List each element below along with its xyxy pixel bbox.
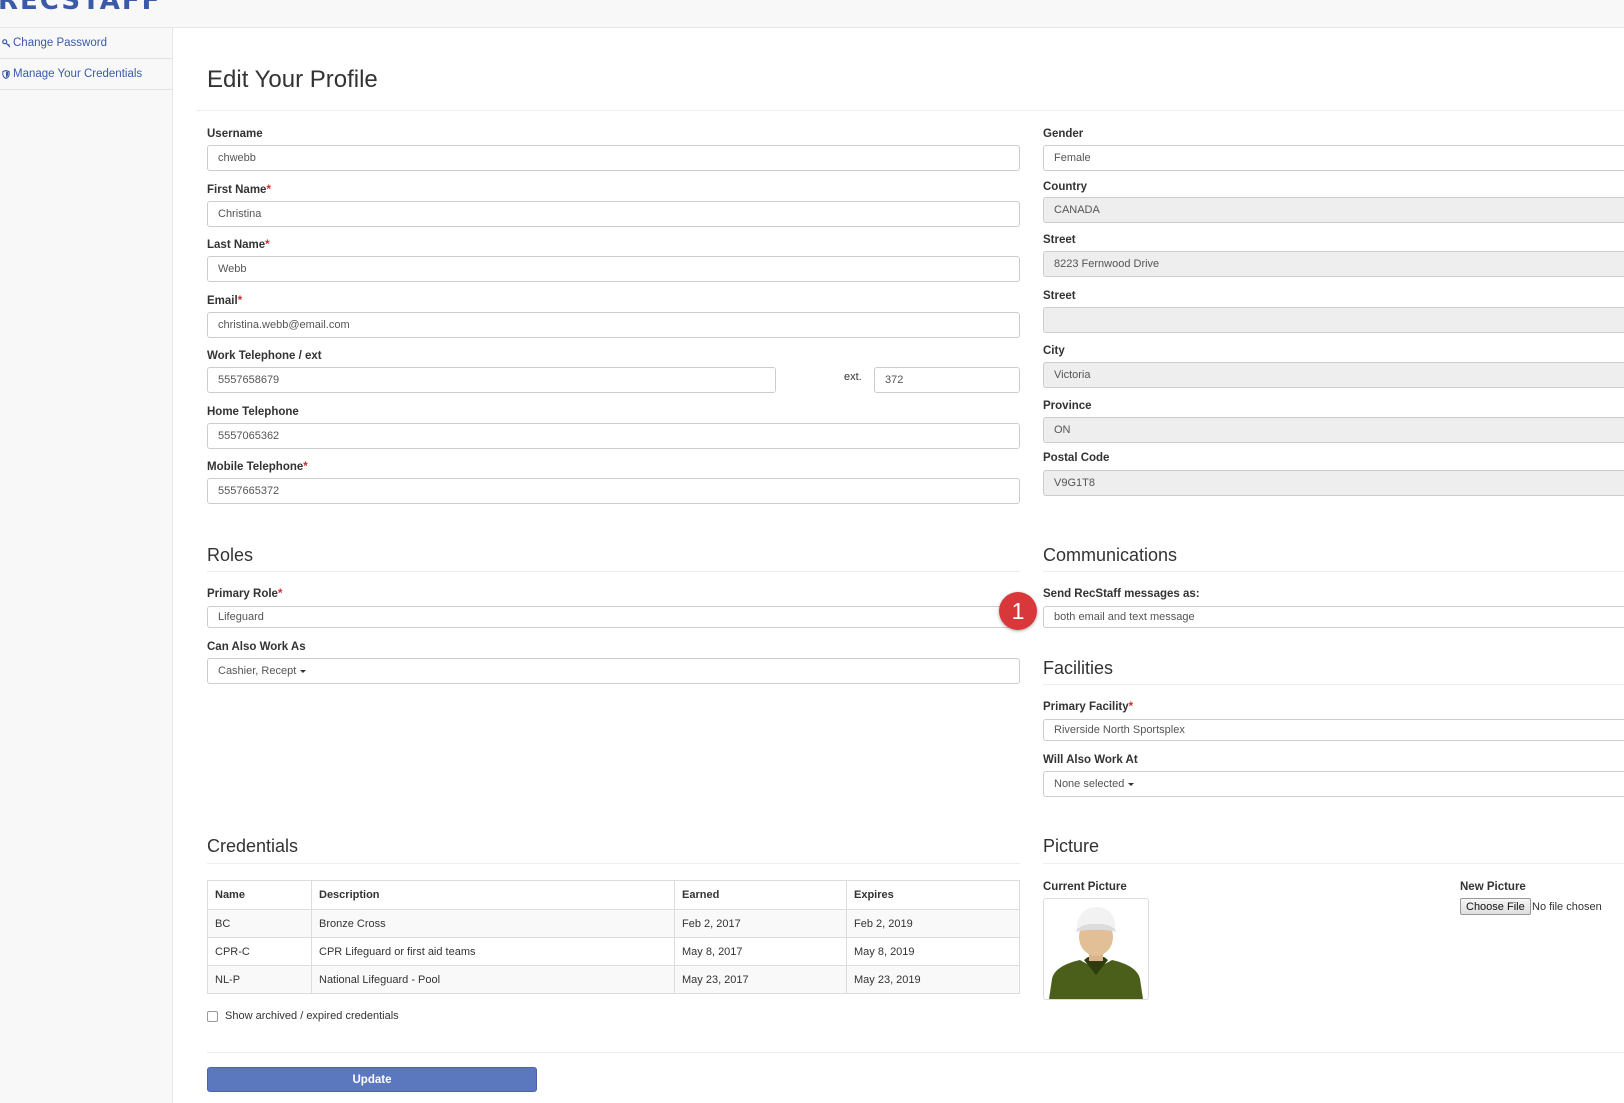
show-archived-label: Show archived / expired credentials bbox=[225, 1010, 399, 1022]
credentials-table: Name Description Earned Expires BC Bronz… bbox=[207, 880, 1020, 994]
last-name-field[interactable] bbox=[207, 256, 1020, 282]
email-field[interactable] bbox=[207, 312, 1020, 338]
title-divider bbox=[196, 110, 1624, 111]
credential-description: CPR Lifeguard or first aid teams bbox=[311, 937, 675, 966]
column-header[interactable]: Name bbox=[207, 880, 312, 910]
update-button[interactable]: Update bbox=[207, 1067, 537, 1092]
gender-select[interactable]: Female bbox=[1043, 145, 1624, 171]
country-select[interactable]: CANADA bbox=[1043, 197, 1624, 223]
credential-earned: Feb 2, 2017 bbox=[674, 909, 847, 938]
send-messages-select[interactable]: both email and text message bbox=[1043, 606, 1624, 628]
caret-down-icon bbox=[300, 669, 307, 673]
will-also-work-at-dropdown[interactable]: None selected bbox=[1043, 771, 1624, 797]
primary-facility-select[interactable]: Riverside North Sportsplex bbox=[1043, 719, 1624, 741]
table-header-row: Name Description Earned Expires bbox=[207, 880, 1020, 910]
first-name-field[interactable] bbox=[207, 201, 1020, 227]
column-header[interactable]: Earned bbox=[674, 880, 847, 910]
no-file-chosen-text: No file chosen bbox=[1532, 901, 1602, 913]
province-select[interactable]: ON bbox=[1043, 417, 1624, 443]
also-work-as-dropdown[interactable]: Cashier, Recept bbox=[207, 658, 1020, 684]
city-label: City bbox=[1043, 345, 1065, 357]
communications-heading: Communications bbox=[1043, 545, 1178, 565]
credential-earned: May 8, 2017 bbox=[674, 937, 847, 966]
credential-description: Bronze Cross bbox=[311, 909, 675, 938]
country-label: Country bbox=[1043, 181, 1088, 193]
avatar bbox=[1043, 898, 1149, 1000]
first-name-label: First Name* bbox=[207, 184, 271, 196]
page-title: Edit Your Profile bbox=[207, 66, 378, 93]
work-phone-label: Work Telephone / ext bbox=[207, 350, 322, 362]
shield-icon bbox=[0, 69, 12, 79]
picture-divider bbox=[1043, 863, 1624, 864]
roles-divider bbox=[207, 571, 1020, 572]
province-label: Province bbox=[1043, 400, 1092, 412]
street2-label: Street bbox=[1043, 290, 1076, 302]
credential-name: BC bbox=[207, 909, 312, 938]
credential-name: CPR-C bbox=[207, 937, 312, 966]
sidebar-item-label: Manage Your Credentials bbox=[13, 68, 143, 80]
table-row[interactable]: BC Bronze Cross Feb 2, 2017 Feb 2, 2019 bbox=[207, 909, 1020, 938]
credentials-divider bbox=[207, 863, 1020, 864]
credential-earned: May 23, 2017 bbox=[674, 965, 847, 994]
postal-code-label: Postal Code bbox=[1043, 452, 1110, 464]
facilities-divider bbox=[1043, 684, 1624, 685]
checkbox-box[interactable] bbox=[207, 1010, 218, 1022]
credentials-heading: Credentials bbox=[207, 836, 299, 856]
primary-role-label: Primary Role* bbox=[207, 588, 283, 600]
top-navbar: RECSTAFF bbox=[0, 0, 1624, 28]
app-logo[interactable]: RECSTAFF bbox=[0, 0, 161, 16]
postal-code-field[interactable] bbox=[1043, 470, 1624, 496]
roles-heading: Roles bbox=[207, 545, 254, 565]
credential-expires: Feb 2, 2019 bbox=[846, 909, 1020, 938]
primary-facility-label: Primary Facility* bbox=[1043, 701, 1134, 713]
send-messages-label: Send RecStaff messages as: bbox=[1043, 588, 1200, 600]
show-archived-checkbox[interactable]: Show archived / expired credentials bbox=[207, 1010, 399, 1022]
sidebar-item-change-password[interactable]: Change Password bbox=[0, 28, 172, 59]
ext-label: ext. bbox=[844, 371, 862, 383]
primary-role-select[interactable]: Lifeguard bbox=[207, 606, 1020, 628]
username-field[interactable] bbox=[207, 145, 1020, 171]
column-header[interactable]: Expires bbox=[846, 880, 1020, 910]
credential-description: National Lifeguard - Pool bbox=[311, 965, 675, 994]
sidebar-item-manage-credentials[interactable]: Manage Your Credentials bbox=[0, 59, 172, 90]
communications-divider bbox=[1043, 571, 1624, 572]
street-field[interactable] bbox=[1043, 251, 1624, 277]
gender-label: Gender bbox=[1043, 128, 1084, 140]
home-phone-field[interactable] bbox=[207, 423, 1020, 449]
username-label: Username bbox=[207, 128, 263, 140]
last-name-label: Last Name* bbox=[207, 239, 270, 251]
credential-expires: May 23, 2019 bbox=[846, 965, 1020, 994]
form-footer-divider bbox=[207, 1052, 1624, 1053]
city-field[interactable] bbox=[1043, 362, 1624, 388]
email-label: Email* bbox=[207, 295, 243, 307]
mobile-phone-label: Mobile Telephone* bbox=[207, 461, 308, 473]
caret-down-icon bbox=[1128, 782, 1135, 786]
facilities-heading: Facilities bbox=[1043, 658, 1114, 678]
current-picture-label: Current Picture bbox=[1043, 881, 1127, 893]
ext-field[interactable] bbox=[874, 367, 1020, 393]
credential-expires: May 8, 2019 bbox=[846, 937, 1020, 966]
table-row[interactable]: CPR-C CPR Lifeguard or first aid teams M… bbox=[207, 937, 1020, 966]
will-also-work-at-label: Will Also Work At bbox=[1043, 754, 1138, 766]
table-row[interactable]: NL-P National Lifeguard - Pool May 23, 2… bbox=[207, 965, 1020, 994]
home-phone-label: Home Telephone bbox=[207, 406, 299, 418]
new-picture-label: New Picture bbox=[1460, 881, 1526, 893]
default-avatar-icon bbox=[1049, 907, 1143, 999]
mobile-phone-field[interactable] bbox=[207, 478, 1020, 504]
choose-file-button[interactable]: Choose File bbox=[1460, 898, 1531, 915]
sidebar-item-label: Change Password bbox=[13, 37, 107, 49]
key-icon bbox=[0, 38, 12, 48]
sidebar: Change Password Manage Your Credentials bbox=[0, 28, 173, 1103]
street2-field[interactable] bbox=[1043, 307, 1624, 333]
street-label: Street bbox=[1043, 234, 1076, 246]
work-phone-field[interactable] bbox=[207, 367, 776, 393]
column-header[interactable]: Description bbox=[311, 880, 675, 910]
also-work-as-label: Can Also Work As bbox=[207, 641, 306, 653]
picture-heading: Picture bbox=[1043, 836, 1100, 856]
credential-name: NL-P bbox=[207, 965, 312, 994]
step-number-badge: 1 bbox=[999, 592, 1037, 630]
